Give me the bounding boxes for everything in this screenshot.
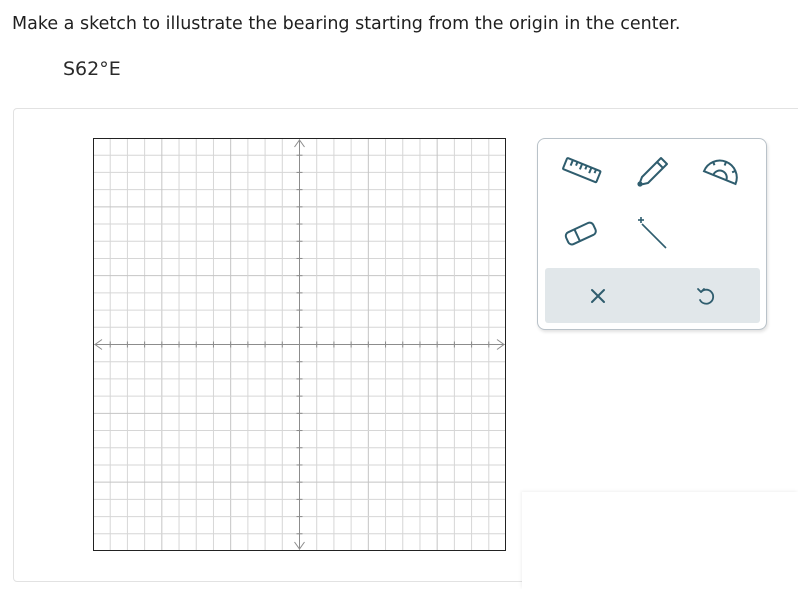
clear-icon <box>591 289 605 303</box>
ruler-tool-button[interactable] <box>559 150 603 194</box>
ruler-icon <box>562 157 602 184</box>
pencil-tool-button[interactable] <box>630 150 674 194</box>
question-prompt: Make a sketch to illustrate the bearing … <box>12 14 681 34</box>
clear-button[interactable] <box>576 274 620 318</box>
line-segment-tool-button[interactable] <box>630 212 674 256</box>
eraser-tool-button[interactable] <box>559 212 603 256</box>
coordinate-grid[interactable] <box>93 138 506 551</box>
eraser-icon <box>564 221 597 246</box>
graph-canvas[interactable] <box>93 138 506 551</box>
protractor-icon <box>702 159 738 186</box>
overlay-box <box>522 492 798 589</box>
protractor-tool-button[interactable] <box>700 150 744 194</box>
line-segment-icon <box>638 217 667 249</box>
drawing-toolbox <box>537 138 767 330</box>
undo-icon <box>697 288 715 305</box>
bearing-value: S62°E <box>63 58 121 80</box>
pencil-icon <box>637 157 668 187</box>
undo-button[interactable] <box>683 274 727 318</box>
toolbox-action-bar <box>545 268 760 323</box>
